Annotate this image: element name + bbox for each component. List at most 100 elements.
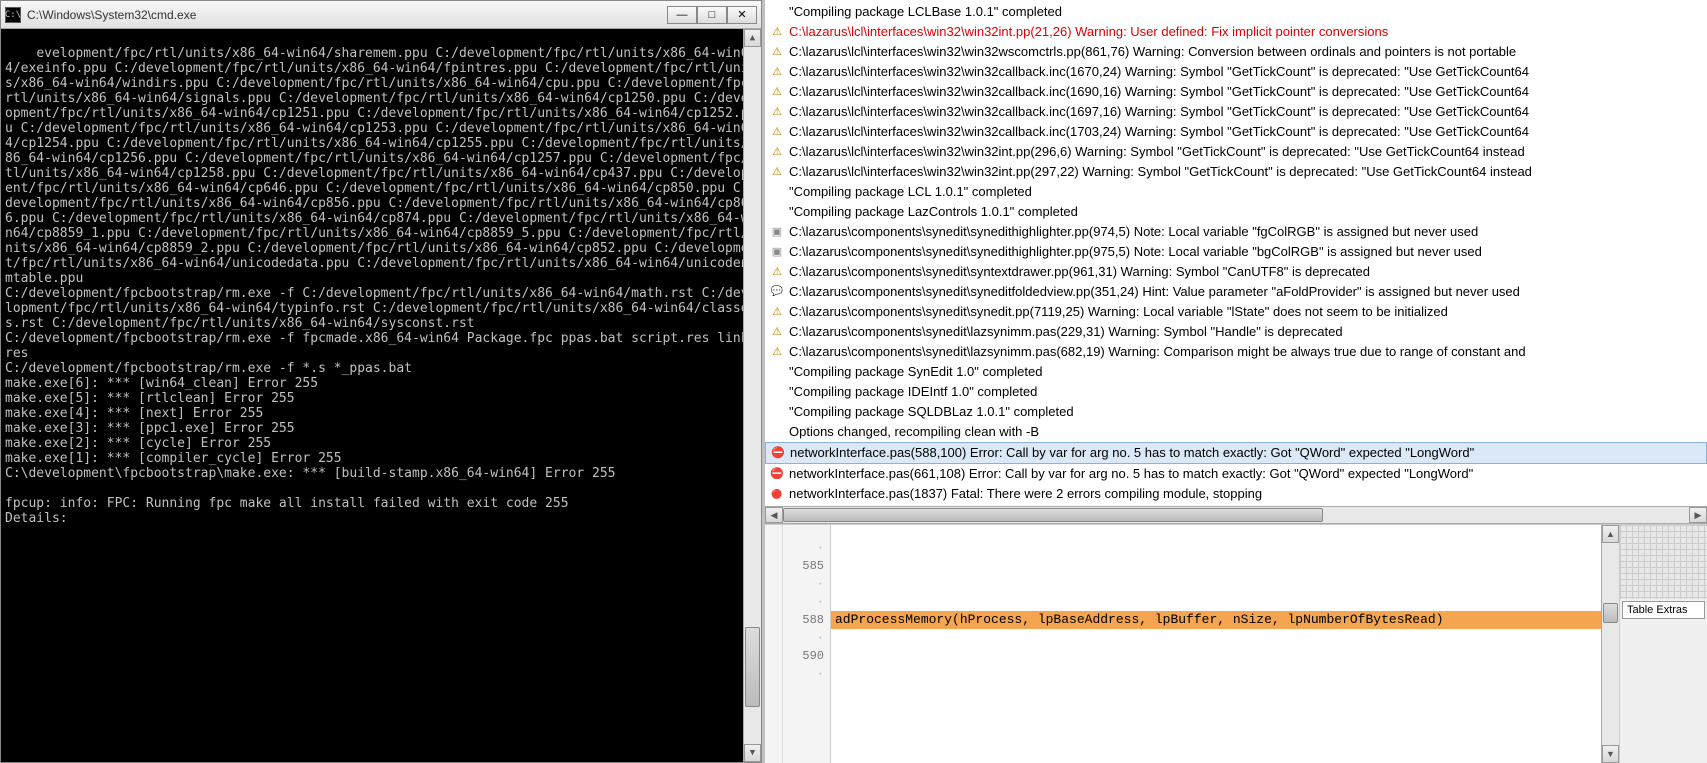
message-row[interactable]: C:\lazarus\components\synedit\lazsynimm.… — [765, 322, 1707, 342]
editor-vscrollbar[interactable]: ▲ ▼ — [1601, 525, 1619, 763]
ide-pane: "Compiling package LCLBase 1.0.1" comple… — [762, 0, 1707, 763]
line-number: · — [783, 629, 824, 647]
message-text: "Compiling package LCLBase 1.0.1" comple… — [789, 2, 1062, 22]
message-text: C:\lazarus\components\synedit\syneditfol… — [789, 282, 1520, 302]
scroll-down-icon[interactable]: ▼ — [744, 744, 761, 762]
warn-icon — [769, 324, 785, 340]
message-text: Options changed, recompiling clean with … — [789, 422, 1039, 442]
minimize-button[interactable]: — — [667, 6, 697, 24]
message-row[interactable]: C:\lazarus\lcl\interfaces\win32\win32int… — [765, 142, 1707, 162]
message-text: C:\lazarus\lcl\interfaces\win32\win32int… — [789, 162, 1532, 182]
message-text: "Compiling package SQLDBLaz 1.0.1" compl… — [789, 402, 1074, 422]
editor-scroll-thumb[interactable] — [1603, 603, 1618, 623]
code-line[interactable] — [831, 665, 1601, 683]
code-line[interactable] — [831, 539, 1601, 557]
warn-icon — [769, 64, 785, 80]
message-row[interactable]: C:\lazarus\lcl\interfaces\win32\win32int… — [765, 22, 1707, 42]
editor-area: ·585··588·590· adProcessMemory(hProcess,… — [765, 524, 1707, 763]
message-row[interactable]: C:\lazarus\components\synedit\synedithig… — [765, 222, 1707, 242]
hscroll-thumb[interactable] — [783, 508, 1323, 522]
code-line[interactable]: adProcessMemory(hProcess, lpBaseAddress,… — [831, 611, 1601, 629]
scroll-left-icon[interactable]: ◀ — [765, 507, 783, 523]
message-row[interactable]: "Compiling package LCL 1.0.1" completed — [765, 182, 1707, 202]
close-button[interactable]: ✕ — [727, 6, 757, 24]
message-row[interactable]: networkInterface.pas(1837) Fatal: There … — [765, 484, 1707, 504]
code-line[interactable] — [831, 647, 1601, 665]
message-row[interactable]: networkInterface.pas(661,108) Error: Cal… — [765, 464, 1707, 484]
line-number: · — [783, 593, 824, 611]
code-editor[interactable]: adProcessMemory(hProcess, lpBaseAddress,… — [831, 525, 1601, 763]
message-text: C:\lazarus\components\synedit\synedithig… — [789, 242, 1482, 262]
message-text: C:\lazarus\lcl\interfaces\win32\win32wsc… — [789, 42, 1516, 62]
code-line[interactable] — [831, 575, 1601, 593]
warn-icon — [769, 24, 785, 40]
message-row[interactable]: networkInterface.pas(588,100) Error: Cal… — [765, 442, 1707, 464]
cmd-output[interactable]: evelopment/fpc/rtl/units/x86_64-win64/sh… — [1, 29, 761, 762]
extras-grid — [1620, 525, 1707, 599]
editor-scroll-track[interactable] — [1602, 543, 1619, 745]
messages-hscrollbar[interactable]: ◀ ▶ — [765, 506, 1707, 524]
message-row[interactable]: C:\lazarus\components\synedit\synedit.pp… — [765, 302, 1707, 322]
message-row[interactable]: C:\lazarus\lcl\interfaces\win32\win32cal… — [765, 82, 1707, 102]
message-row[interactable]: C:\lazarus\lcl\interfaces\win32\win32cal… — [765, 122, 1707, 142]
scroll-up-icon[interactable]: ▲ — [1602, 525, 1619, 543]
cmd-title: C:\Windows\System32\cmd.exe — [27, 8, 667, 22]
warn-icon — [769, 164, 785, 180]
hscroll-track[interactable] — [783, 507, 1689, 523]
warn-icon — [769, 124, 785, 140]
message-text: C:\lazarus\components\synedit\syntextdra… — [789, 262, 1370, 282]
message-text: C:\lazarus\lcl\interfaces\win32\win32cal… — [789, 62, 1529, 82]
scroll-up-icon[interactable]: ▲ — [744, 29, 761, 47]
message-row[interactable]: "Compiling package SQLDBLaz 1.0.1" compl… — [765, 402, 1707, 422]
warn-icon — [769, 144, 785, 160]
gutter-margin — [765, 525, 783, 763]
note-icon — [769, 224, 785, 240]
message-row[interactable]: Options changed, recompiling clean with … — [765, 422, 1707, 442]
line-number: 588 — [783, 611, 824, 629]
message-text: C:\lazarus\lcl\interfaces\win32\win32cal… — [789, 102, 1529, 122]
warn-icon — [769, 44, 785, 60]
message-text: networkInterface.pas(1837) Fatal: There … — [789, 484, 1262, 504]
cmd-titlebar[interactable]: C:\ C:\Windows\System32\cmd.exe — □ ✕ — [1, 1, 761, 29]
message-text: C:\lazarus\components\synedit\synedit.pp… — [789, 302, 1448, 322]
message-row[interactable]: C:\lazarus\lcl\interfaces\win32\win32int… — [765, 162, 1707, 182]
blank-icon — [769, 384, 785, 400]
fatal-icon — [769, 486, 785, 502]
message-row[interactable]: "Compiling package LCLBase 1.0.1" comple… — [765, 2, 1707, 22]
code-line[interactable] — [831, 629, 1601, 647]
message-row[interactable]: C:\lazarus\components\synedit\syntextdra… — [765, 262, 1707, 282]
message-text: "Compiling package IDEIntf 1.0" complete… — [789, 382, 1037, 402]
cmd-output-text: evelopment/fpc/rtl/units/x86_64-win64/sh… — [5, 46, 756, 526]
cmd-window: C:\ C:\Windows\System32\cmd.exe — □ ✕ ev… — [0, 0, 762, 763]
message-text: C:\lazarus\components\synedit\lazsynimm.… — [789, 342, 1526, 362]
line-number: 585 — [783, 557, 824, 575]
message-row[interactable]: "Compiling package LazControls 1.0.1" co… — [765, 202, 1707, 222]
message-row[interactable]: C:\lazarus\lcl\interfaces\win32\win32cal… — [765, 102, 1707, 122]
maximize-button[interactable]: □ — [697, 6, 727, 24]
cmd-vscrollbar[interactable]: ▲ ▼ — [743, 29, 761, 762]
messages-list[interactable]: "Compiling package LCLBase 1.0.1" comple… — [765, 0, 1707, 506]
warn-icon — [769, 264, 785, 280]
err-icon — [770, 445, 786, 461]
message-row[interactable]: "Compiling package SynEdit 1.0" complete… — [765, 362, 1707, 382]
message-row[interactable]: C:\lazarus\lcl\interfaces\win32\win32wsc… — [765, 42, 1707, 62]
blank-icon — [769, 204, 785, 220]
code-line[interactable] — [831, 593, 1601, 611]
message-text: C:\lazarus\lcl\interfaces\win32\win32cal… — [789, 82, 1529, 102]
message-row[interactable]: C:\lazarus\components\synedit\synedithig… — [765, 242, 1707, 262]
blank-icon — [769, 4, 785, 20]
table-extras-tab[interactable]: Table Extras — [1622, 601, 1705, 619]
scroll-thumb[interactable] — [745, 627, 760, 707]
scroll-right-icon[interactable]: ▶ — [1689, 507, 1707, 523]
message-row[interactable]: C:\lazarus\components\synedit\lazsynimm.… — [765, 342, 1707, 362]
message-row[interactable]: "Compiling package IDEIntf 1.0" complete… — [765, 382, 1707, 402]
warn-icon — [769, 344, 785, 360]
message-row[interactable]: C:\lazarus\components\synedit\syneditfol… — [765, 282, 1707, 302]
message-row[interactable]: C:\lazarus\lcl\interfaces\win32\win32cal… — [765, 62, 1707, 82]
scroll-down-icon[interactable]: ▼ — [1602, 745, 1619, 763]
message-text: "Compiling package LazControls 1.0.1" co… — [789, 202, 1078, 222]
message-text: "Compiling package SynEdit 1.0" complete… — [789, 362, 1042, 382]
scroll-track[interactable] — [744, 47, 761, 744]
code-line[interactable] — [831, 557, 1601, 575]
message-text: C:\lazarus\components\synedit\lazsynimm.… — [789, 322, 1343, 342]
